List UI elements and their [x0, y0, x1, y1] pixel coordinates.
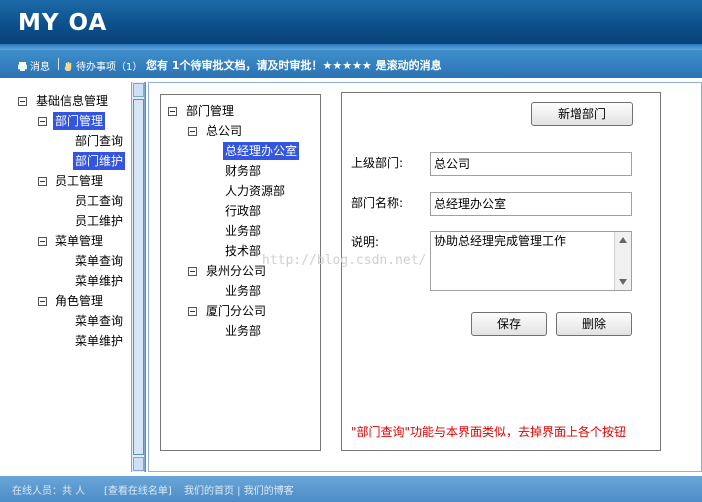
- dept-tree-item[interactable]: 厦门分公司: [204, 302, 268, 320]
- messages-link[interactable]: 消息: [17, 58, 50, 73]
- left-nav-item[interactable]: 基础信息管理: [34, 92, 110, 110]
- todo-link[interactable]: 待办事项（1）: [64, 58, 142, 73]
- description-scrollbar[interactable]: [614, 232, 631, 290]
- dept-name-field[interactable]: 总经理办公室: [430, 192, 632, 216]
- todo-label: 待办事项（1）: [76, 62, 143, 73]
- scroll-down-arrow[interactable]: [133, 457, 144, 471]
- parent-dept-field[interactable]: 总公司: [430, 152, 632, 176]
- tree-toggle-minus-icon[interactable]: [18, 97, 27, 106]
- tree-toggle-minus-icon[interactable]: [188, 267, 197, 276]
- app-header: MY OA: [0, 0, 702, 50]
- left-nav-item[interactable]: 部门查询: [73, 132, 125, 150]
- status-footer: 在线人员：共 人 [查看在线名单] 我们的首页 | 我们的博客: [0, 476, 702, 502]
- save-button[interactable]: 保存: [471, 312, 547, 336]
- notification-bar: 消息 待办事项（1） 您有 1个待审批文档，请及时审批！★★★★★ 是滚动的消息: [0, 50, 702, 78]
- left-nav-item[interactable]: 菜单管理: [53, 232, 105, 250]
- left-nav-item[interactable]: 部门管理: [53, 112, 106, 130]
- tree-toggle-minus-icon[interactable]: [168, 107, 177, 116]
- add-department-button[interactable]: 新增部门: [531, 102, 633, 126]
- scroll-down-icon[interactable]: [619, 279, 627, 285]
- tree-toggle-minus-icon[interactable]: [38, 177, 47, 186]
- view-online-list-link[interactable]: [查看在线名单]: [104, 482, 172, 497]
- dept-tree-item[interactable]: 业务部: [223, 322, 263, 340]
- left-nav-item[interactable]: 菜单查询: [73, 252, 125, 270]
- dept-tree-item[interactable]: 财务部: [223, 162, 263, 180]
- online-users-text: 在线人员：共 人: [12, 486, 86, 497]
- dept-tree-item[interactable]: 部门管理: [184, 102, 236, 120]
- notify-separator: [58, 58, 59, 70]
- dept-tree-item[interactable]: 行政部: [223, 202, 263, 220]
- dept-tree-item[interactable]: 人力资源部: [223, 182, 287, 200]
- description-label: 说明:: [351, 235, 380, 249]
- parent-dept-label: 上级部门:: [351, 156, 404, 170]
- tree-toggle-minus-icon[interactable]: [188, 127, 197, 136]
- dept-tree-item[interactable]: 泉州分公司: [204, 262, 268, 280]
- left-nav-item[interactable]: 菜单维护: [73, 272, 125, 290]
- dept-tree-item[interactable]: 总经理办公室: [223, 142, 300, 160]
- dept-tree-item[interactable]: 业务部: [223, 222, 263, 240]
- hand-icon: [64, 61, 73, 72]
- left-nav-item[interactable]: 角色管理: [53, 292, 105, 310]
- home-blog-links[interactable]: 我们的首页 | 我们的博客: [184, 482, 294, 497]
- tree-toggle-minus-icon[interactable]: [188, 307, 197, 316]
- scrolling-message[interactable]: 您有 1个待审批文档，请及时审批！★★★★★ 是滚动的消息: [146, 57, 442, 73]
- printer-icon: [17, 62, 28, 71]
- scroll-thumb[interactable]: [133, 99, 144, 455]
- description-textarea[interactable]: 协助总经理完成管理工作: [430, 231, 632, 291]
- dept-name-label: 部门名称:: [351, 196, 404, 210]
- dept-tree-item[interactable]: 技术部: [223, 242, 263, 260]
- app-title: MY OA: [18, 10, 108, 36]
- tree-toggle-minus-icon[interactable]: [38, 297, 47, 306]
- tree-toggle-minus-icon[interactable]: [38, 117, 47, 126]
- dept-tree-item[interactable]: 总公司: [204, 122, 244, 140]
- left-nav-scrollbar[interactable]: [131, 82, 145, 472]
- scroll-up-icon[interactable]: [619, 237, 627, 243]
- scroll-up-arrow[interactable]: [133, 83, 144, 97]
- description-text: 协助总经理完成管理工作: [434, 234, 567, 248]
- left-nav-item[interactable]: 菜单查询: [73, 312, 125, 330]
- left-nav-item[interactable]: 部门维护: [73, 152, 126, 170]
- messages-label: 消息: [30, 62, 50, 73]
- dept-tree-item[interactable]: 业务部: [223, 282, 263, 300]
- delete-button[interactable]: 删除: [556, 312, 632, 336]
- note-text: "部门查询"功能与本界面类似，去掉界面上各个按钮: [351, 425, 627, 439]
- left-nav-item[interactable]: 员工管理: [53, 172, 105, 190]
- watermark-text: http://blog.csdn.net/: [262, 253, 427, 268]
- left-nav-item[interactable]: 菜单维护: [73, 332, 125, 350]
- left-nav-item[interactable]: 员工维护: [73, 212, 125, 230]
- left-nav-item[interactable]: 员工查询: [73, 192, 125, 210]
- tree-toggle-minus-icon[interactable]: [38, 237, 47, 246]
